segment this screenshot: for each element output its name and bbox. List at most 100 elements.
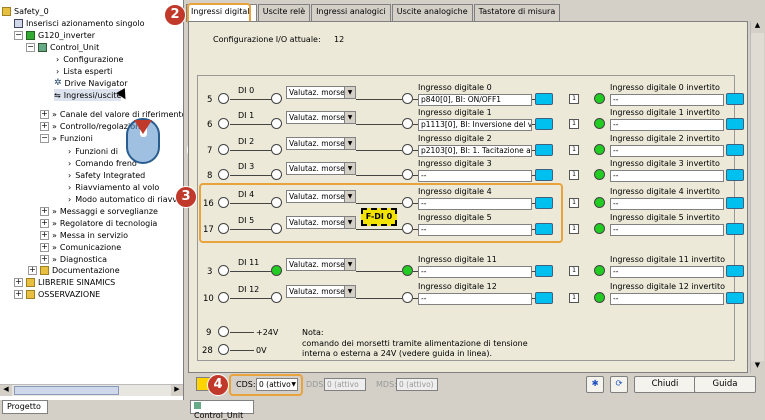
tree-node-drive-navigator[interactable]: ✲ Drive Navigator <box>54 77 128 89</box>
tree-node-configurazione[interactable]: › Configurazione <box>56 53 123 65</box>
tree-node-messa-servizio[interactable]: +» Messa in servizio <box>40 229 128 241</box>
network-icon[interactable]: ✱ <box>586 376 604 393</box>
di-inverted-field[interactable]: -- <box>610 94 724 106</box>
expand-icon[interactable]: + <box>40 242 49 252</box>
di-eval-select[interactable]: Valutaz. morsett <box>286 258 356 271</box>
refresh-icon[interactable]: ⟳ <box>610 376 628 393</box>
di-eval-select[interactable]: Valutaz. morsett <box>286 162 356 175</box>
tree-node-funzioni[interactable]: −» Funzioni <box>40 132 93 144</box>
chevrons-icon: » <box>52 206 57 216</box>
tree-node-riavviamento[interactable]: › Riavviamento al volo <box>68 181 159 193</box>
signal-led <box>402 292 413 303</box>
tree-node-safety-integrated[interactable]: › Safety Integrated <box>68 169 145 181</box>
tab-ingressi-analogici[interactable]: Ingressi analogici <box>311 4 391 21</box>
close-button[interactable]: Chiudi <box>634 376 696 393</box>
di-inverted-field[interactable]: -- <box>610 119 724 131</box>
expand-icon[interactable]: + <box>40 121 49 131</box>
di-inverted-field[interactable]: -- <box>610 198 724 210</box>
scroll-right-icon[interactable]: ▶ <box>171 385 183 396</box>
tree-node-comunicazione[interactable]: +» Comunicazione <box>40 241 121 253</box>
di-connect-button[interactable] <box>535 292 553 304</box>
scroll-thumb[interactable] <box>14 386 119 395</box>
di-label: DI 0 <box>238 86 255 95</box>
expand-icon[interactable]: + <box>40 254 49 264</box>
collapse-icon[interactable]: − <box>26 42 35 52</box>
tree-node-lista-esperti[interactable]: › Lista esperti <box>56 65 112 77</box>
tree-node-insert-drive[interactable]: Inserisci azionamento singolo <box>14 17 144 29</box>
di-inverted-connect-button[interactable] <box>726 169 744 181</box>
expand-icon[interactable]: + <box>40 230 49 240</box>
expand-icon[interactable]: + <box>40 218 49 228</box>
bottom-tab-control-unit[interactable]: Control_Unit <box>190 400 254 420</box>
di-param-field[interactable]: p1113[0], BI: Inversione del valo <box>418 119 532 131</box>
inverted-led <box>594 169 605 180</box>
control-unit-icon <box>38 42 47 52</box>
signal-led <box>402 169 413 180</box>
di-inverted-connect-button[interactable] <box>726 292 744 304</box>
collapse-icon[interactable]: − <box>40 133 49 143</box>
di-connect-button[interactable] <box>535 169 553 181</box>
di-inverted-connect-button[interactable] <box>726 144 744 156</box>
di-inverted-connect-button[interactable] <box>726 223 744 235</box>
di-eval-select[interactable]: Valutaz. morsett <box>286 86 356 99</box>
tab-tastatore[interactable]: Tastatore di misura <box>473 4 561 21</box>
inverter-block: 1 <box>569 293 579 303</box>
expand-icon[interactable]: + <box>14 277 23 287</box>
tree-node-osservazione[interactable]: + OSSERVAZIONE <box>14 288 100 300</box>
tree-hscroll[interactable]: ◀ ▶ <box>0 384 183 396</box>
scroll-up-icon[interactable]: ▲ <box>751 21 764 33</box>
di-eval-select[interactable]: Valutaz. morsett <box>286 137 356 150</box>
tree-node-regolatore[interactable]: +» Regolatore di tecnologia <box>40 217 157 229</box>
di-connect-button[interactable] <box>535 265 553 277</box>
di-inverted-field[interactable]: -- <box>610 170 724 182</box>
expand-icon[interactable]: + <box>14 289 23 299</box>
di-param-field[interactable]: -- <box>418 170 532 182</box>
tree-node-documentazione[interactable]: + Documentazione <box>28 264 120 276</box>
scroll-down-icon[interactable]: ▼ <box>751 361 764 373</box>
tree-node-ingressi-uscite[interactable]: ⇋ Ingressi/uscite <box>54 89 122 101</box>
di-inverted-field[interactable]: -- <box>610 293 724 305</box>
tree-node-messaggi[interactable]: +» Messaggi e sorveglianze <box>40 205 158 217</box>
tree-node-g120[interactable]: − G120_inverter <box>14 29 95 41</box>
folder-icon <box>2 6 11 16</box>
di-connect-button[interactable] <box>535 93 553 105</box>
tree-node-safety[interactable]: Safety_0 <box>2 5 49 17</box>
di-param-field[interactable]: -- <box>418 266 532 278</box>
tab-uscite-analogiche[interactable]: Uscite analogiche <box>391 4 473 21</box>
terminal-screw-icon <box>218 265 229 276</box>
inverter-block: 1 <box>569 94 579 104</box>
left-tab-progetto[interactable]: Progetto <box>2 400 48 414</box>
config-label: Configurazione I/O attuale: <box>213 35 321 44</box>
tab-uscite-rele[interactable]: Uscite relè <box>257 4 311 21</box>
expand-icon[interactable]: + <box>28 265 37 275</box>
help-button[interactable]: Guida <box>694 376 756 393</box>
panel-vscroll[interactable]: ▲ ▼ <box>750 21 764 373</box>
collapse-icon[interactable]: − <box>14 30 23 40</box>
di-eval-select[interactable]: Valutaz. morsett <box>286 111 356 124</box>
di-inverted-field[interactable]: -- <box>610 266 724 278</box>
di-param-field[interactable]: p2103[0], BI: 1. Tacitazione ano <box>418 145 532 157</box>
di-inverted-connect-button[interactable] <box>726 93 744 105</box>
tree-node-control-unit[interactable]: − Control_Unit <box>26 41 99 53</box>
di-eval-select[interactable]: Valutaz. morsett <box>286 285 356 298</box>
navigator-icon: ✲ <box>54 78 62 88</box>
tree-node-modo-automatico[interactable]: › Modo automatico di riavvio <box>68 193 183 205</box>
di-inverted-field[interactable]: -- <box>610 224 724 236</box>
tree-node-comando-freno[interactable]: › Comando freno <box>68 157 137 169</box>
di-inverted-connect-button[interactable] <box>726 197 744 209</box>
chevrons-icon: » <box>52 121 57 131</box>
di-connect-button[interactable] <box>535 118 553 130</box>
tree-node-canale[interactable]: +» Canale del valore di riferimento <box>40 108 183 120</box>
expand-icon[interactable]: + <box>40 109 49 119</box>
di-inverted-field[interactable]: -- <box>610 145 724 157</box>
di-param-field[interactable]: -- <box>418 293 532 305</box>
terminal-number: 10 <box>203 294 214 304</box>
di-param-field[interactable]: p840[0], BI: ON/OFF1 <box>418 94 532 106</box>
expand-icon[interactable]: + <box>40 206 49 216</box>
di-inverted-connect-button[interactable] <box>726 118 744 130</box>
tree-node-funzioni-di[interactable]: › Funzioni di <box>68 145 118 157</box>
tree-node-librerie[interactable]: + LIBRERIE SINAMICS <box>14 276 115 288</box>
scroll-left-icon[interactable]: ◀ <box>0 385 12 396</box>
di-connect-button[interactable] <box>535 144 553 156</box>
di-inverted-connect-button[interactable] <box>726 265 744 277</box>
